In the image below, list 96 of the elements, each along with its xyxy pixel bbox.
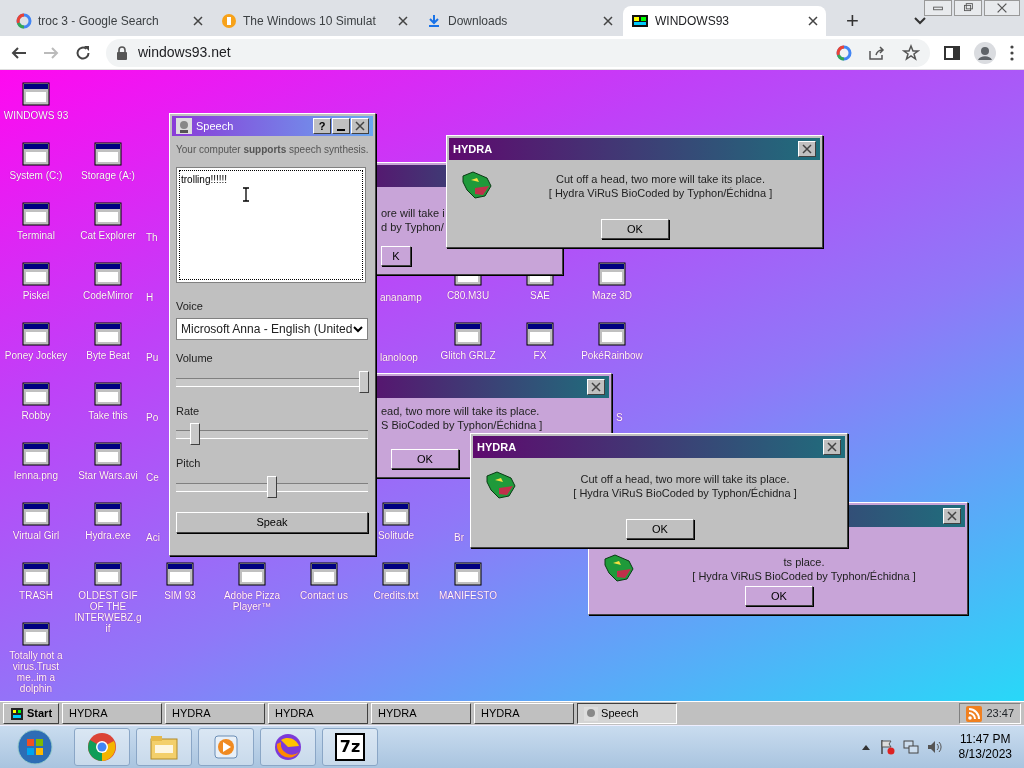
slider-thumb[interactable]	[267, 475, 277, 498]
message-line: [ Hydra ViRuS BioCoded by Typhon/Échidna ]	[547, 186, 774, 200]
intro-text: Your computer supports speech synthesis.	[176, 144, 369, 155]
chevron-down-icon[interactable]	[912, 16, 927, 26]
close-button[interactable]	[798, 141, 816, 157]
taskbar-button[interactable]: HYDRA	[371, 703, 472, 724]
start-icon	[10, 706, 24, 721]
app-icon	[176, 118, 192, 134]
slider-thumb[interactable]	[359, 370, 370, 393]
clock-text: 23:47	[986, 706, 1014, 722]
close-icon	[802, 144, 812, 154]
minimize-icon	[337, 128, 345, 131]
taskbar-button[interactable]: Speech	[577, 703, 678, 724]
voice-select[interactable]: Microsoft Anna - English (United	[176, 318, 368, 340]
close-button[interactable]	[943, 508, 961, 524]
taskbar-button[interactable]: HYDRA	[165, 703, 266, 724]
site-icon	[221, 13, 237, 29]
pinned-app-button[interactable]	[74, 728, 130, 766]
ok-button[interactable]: K	[381, 246, 411, 266]
site-icon	[16, 13, 32, 29]
start-orb-icon[interactable]	[16, 728, 54, 766]
address-bar[interactable]: windows93.net	[106, 38, 930, 67]
clock-time: 11:47 PM	[959, 732, 1012, 747]
speak-button[interactable]: Speak	[176, 511, 368, 533]
star-icon[interactable]	[902, 43, 920, 62]
message-line: Cut off a head, two more will take its place.	[555, 172, 766, 186]
browser-tab[interactable]: WINDOWS93	[623, 6, 826, 36]
close-icon[interactable]	[398, 16, 408, 26]
ok-button[interactable]: OK	[601, 219, 669, 239]
folder-icon	[149, 733, 179, 761]
lock-icon	[116, 45, 128, 60]
app-icon	[584, 706, 599, 721]
show-hidden-icons-icon[interactable]	[860, 743, 871, 751]
browser-tab[interactable]: troc 3 - Google Search	[8, 6, 211, 36]
profile-icon[interactable]	[974, 41, 996, 64]
ok-button[interactable]: OK	[391, 449, 459, 469]
menu-icon[interactable]	[1010, 44, 1014, 61]
taskbar-button[interactable]: HYDRA	[62, 703, 163, 724]
taskbar-button[interactable]: HYDRA	[474, 703, 575, 724]
message-line: S BioCoded by Typhon/Échidna ]	[381, 418, 544, 432]
close-icon[interactable]	[808, 16, 818, 26]
ok-button[interactable]: OK	[626, 519, 694, 539]
play-icon	[212, 733, 240, 761]
browser-icon	[87, 732, 117, 762]
flag-icon[interactable]	[878, 739, 895, 755]
close-icon	[355, 121, 365, 131]
pinned-app-button[interactable]	[260, 728, 316, 766]
close-icon[interactable]	[603, 16, 613, 26]
field-label: Voice	[176, 298, 204, 314]
chevron-down-icon	[353, 325, 363, 333]
ok-button[interactable]: OK	[745, 586, 813, 606]
browser-icon	[273, 732, 303, 762]
close-icon	[591, 382, 601, 392]
message-line: Cut off a head, two more will take its place.	[579, 472, 791, 486]
close-icon[interactable]	[193, 16, 203, 26]
message-line: ts place.	[782, 555, 826, 569]
close-icon[interactable]	[984, 0, 1020, 16]
minimize-button[interactable]	[332, 118, 350, 134]
start-button[interactable]: Start	[3, 703, 60, 724]
site-icon	[631, 13, 649, 29]
message-line: [ Hydra ViRuS BioCoded by Typhon/Échidna ]	[572, 486, 798, 500]
reload-icon[interactable]	[74, 43, 92, 62]
restore-icon[interactable]	[954, 0, 982, 16]
speaker-icon[interactable]	[926, 739, 943, 755]
network-icon[interactable]	[902, 739, 919, 755]
window-title: HYDRA	[477, 439, 517, 455]
browser-tab[interactable]: The Windows 10 Simulat	[213, 6, 416, 36]
share-icon[interactable]	[868, 44, 886, 61]
taskbar-button[interactable]: HYDRA	[268, 703, 369, 724]
message-line: ead, two more will take its place.	[381, 404, 541, 418]
window-title: HYDRA	[453, 141, 493, 157]
message-line: [ Hydra ViRuS BioCoded by Typhon/Échidna ]	[691, 569, 917, 583]
pinned-app-button[interactable]: 7z	[322, 728, 378, 766]
side-panel-icon[interactable]	[944, 44, 960, 61]
close-icon	[827, 442, 837, 452]
browser-tab[interactable]: Downloads	[418, 6, 621, 36]
text-cursor-icon	[242, 187, 250, 202]
text-input[interactable]: trolling!!!!!!	[176, 167, 366, 283]
message-line: d by Typhon/	[381, 220, 445, 234]
close-button[interactable]	[587, 379, 605, 395]
window-title: Speech	[196, 118, 234, 134]
slider-label: Rate	[176, 403, 201, 419]
ring-icon[interactable]	[836, 44, 852, 61]
message-line: ore will take i	[381, 206, 446, 220]
rss-icon	[966, 705, 983, 722]
close-icon	[947, 511, 957, 521]
help-button[interactable]: ?	[313, 118, 331, 134]
clock-date: 8/13/2023	[958, 747, 1012, 762]
slider-label: Pitch	[176, 456, 202, 471]
slider-thumb[interactable]	[190, 423, 201, 445]
close-button[interactable]	[823, 439, 841, 455]
close-button[interactable]	[351, 118, 369, 134]
new-tab-button[interactable]: +	[842, 10, 863, 32]
slider-label: Volume	[176, 351, 214, 366]
url-text: windows93.net	[138, 43, 231, 62]
site-icon	[426, 13, 442, 29]
